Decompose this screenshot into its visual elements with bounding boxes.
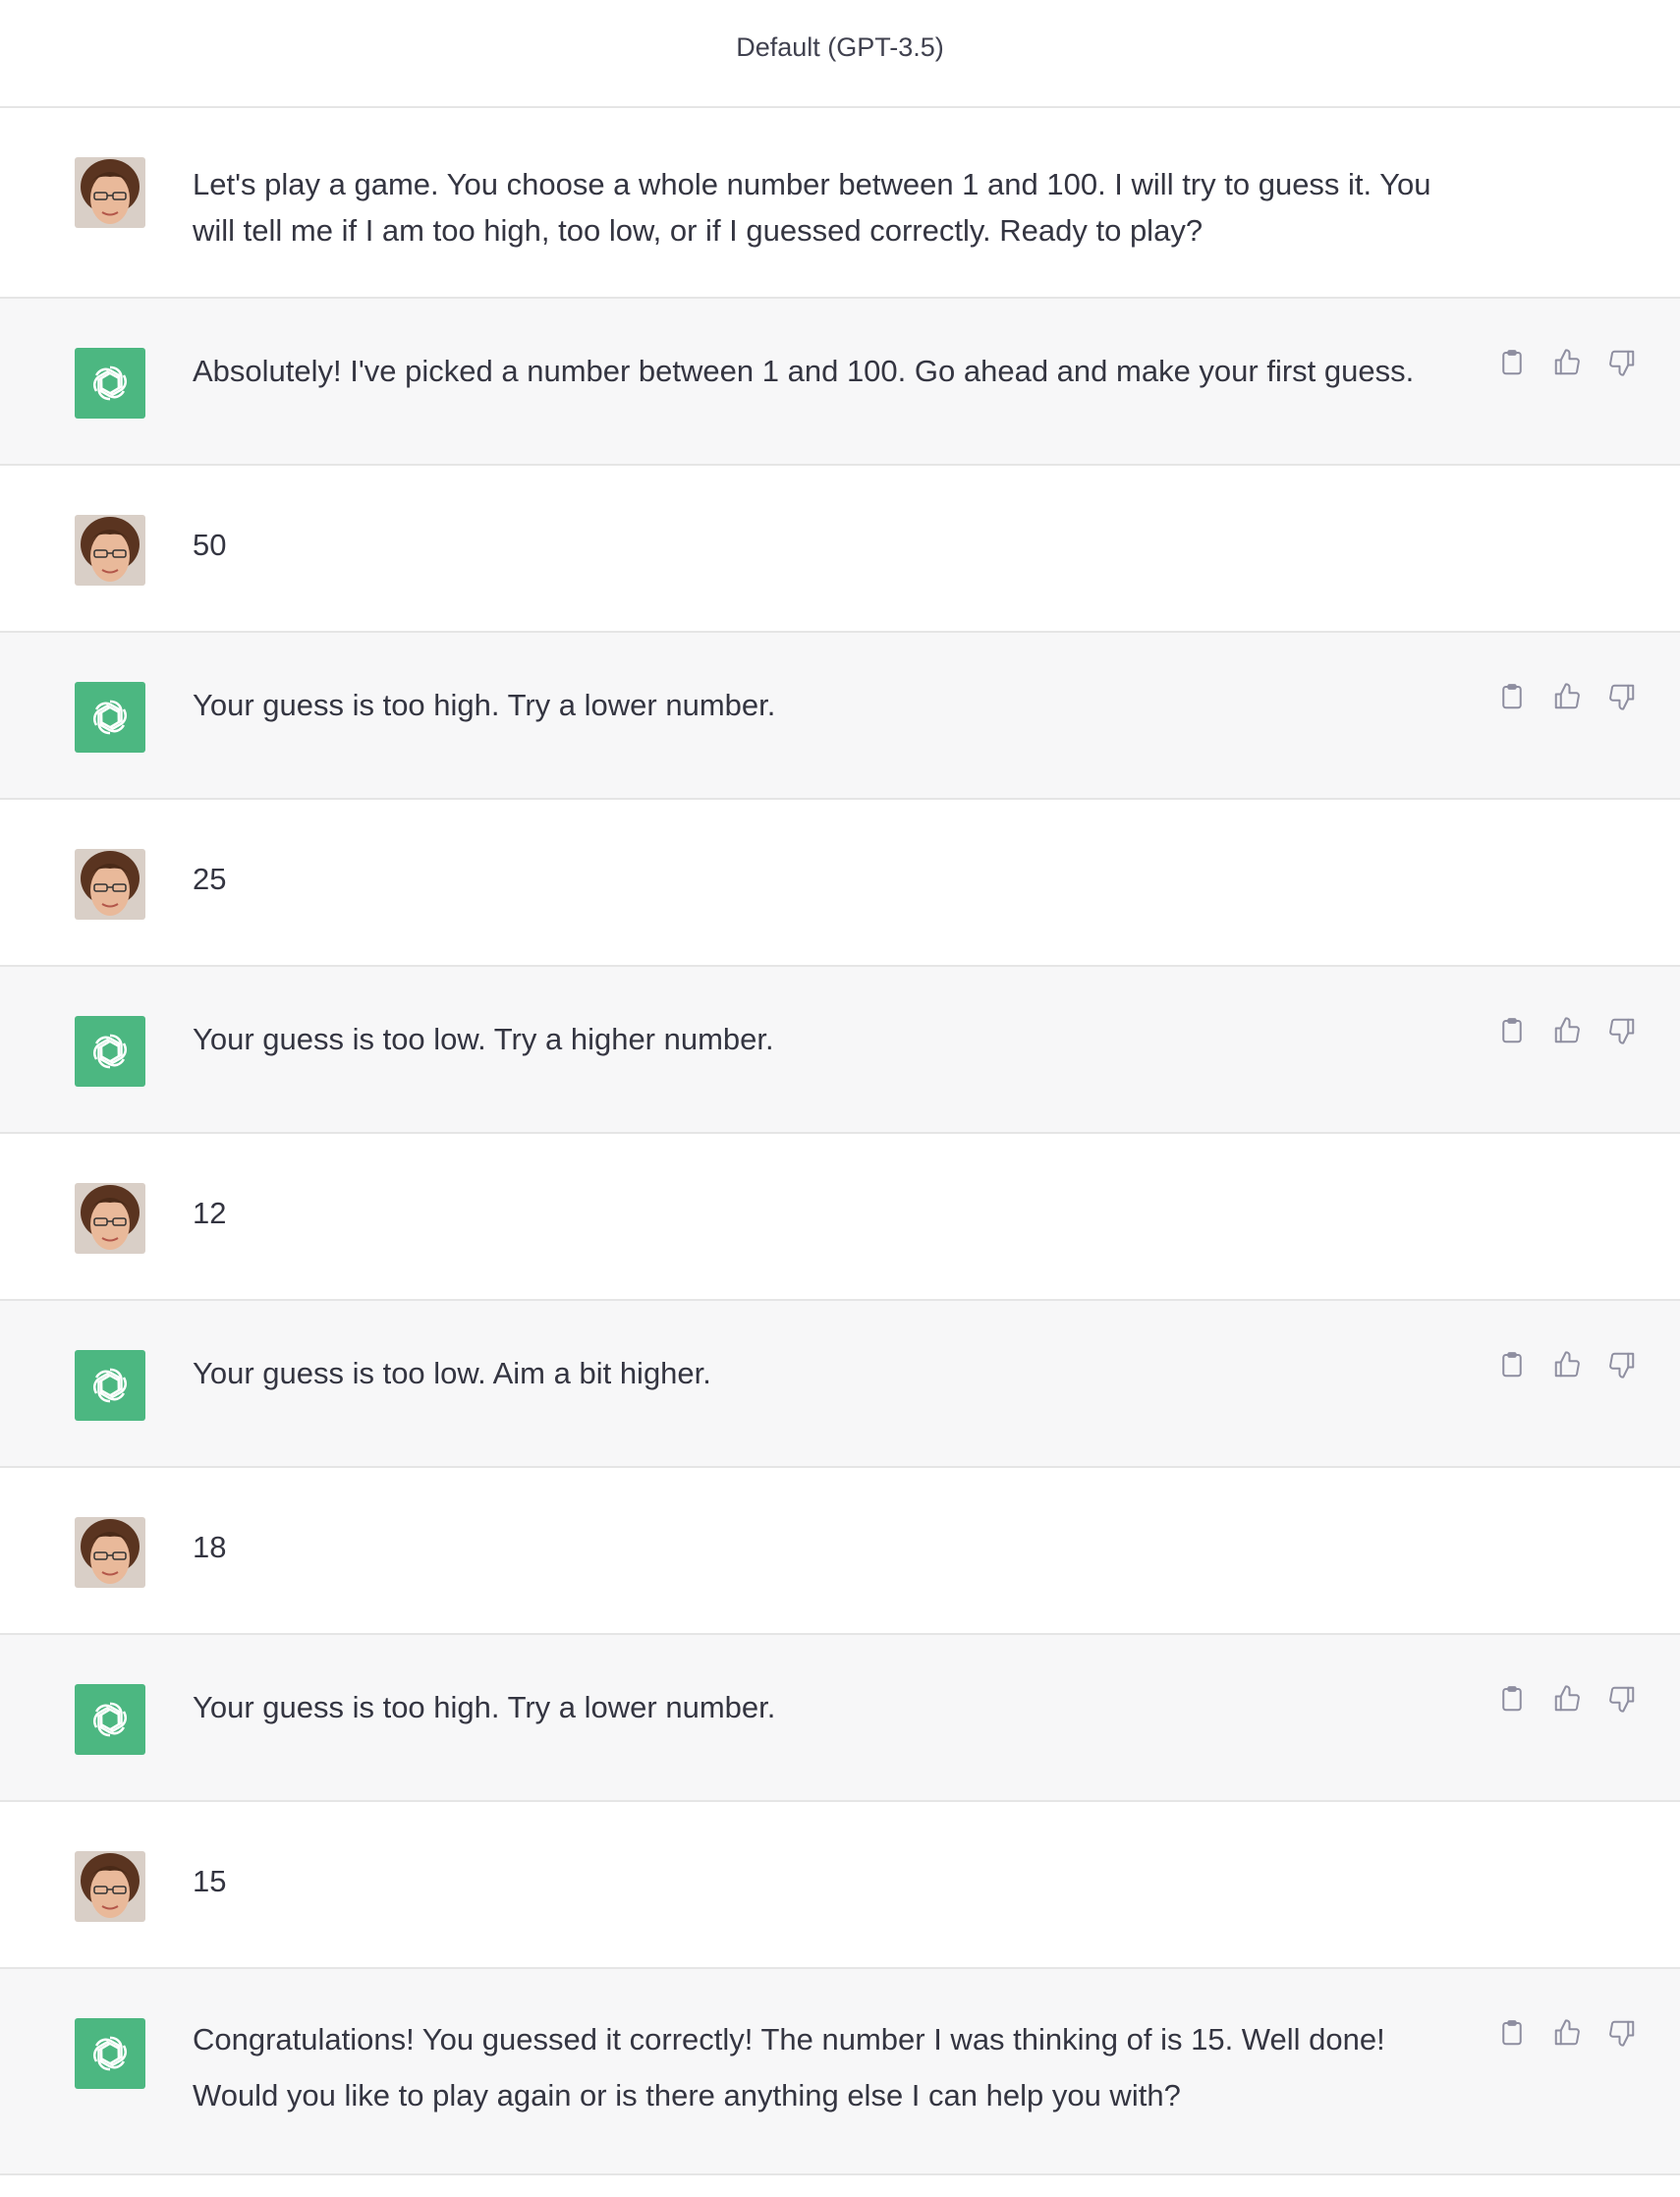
thumbs-up-icon [1552, 682, 1582, 716]
copy-button[interactable] [1495, 1350, 1529, 1383]
thumbs-up-button[interactable] [1550, 682, 1584, 715]
openai-logo-icon [75, 1350, 145, 1421]
model-label: Default (GPT-3.5) [736, 31, 944, 62]
thumbs-up-button[interactable] [1550, 348, 1584, 381]
thumbs-up-button[interactable] [1550, 1684, 1584, 1718]
user-message: Let's play a game. You choose a whole nu… [0, 108, 1680, 299]
thumbs-up-button[interactable] [1550, 1016, 1584, 1049]
copy-button[interactable] [1495, 348, 1529, 381]
thumbs-down-button[interactable] [1605, 2018, 1639, 2052]
thumbs-down-icon [1607, 348, 1637, 382]
message-text: 12 [193, 1196, 227, 1230]
openai-logo-icon [75, 1684, 145, 1755]
copy-button[interactable] [1495, 1016, 1529, 1049]
thumbs-down-icon [1607, 2018, 1637, 2053]
clipboard-icon [1497, 1016, 1527, 1050]
copy-button[interactable] [1495, 682, 1529, 715]
assistant-message: Your guess is too high. Try a lower numb… [0, 633, 1680, 800]
thumbs-down-button[interactable] [1605, 682, 1639, 715]
message-actions [1495, 1350, 1639, 1383]
clipboard-icon [1497, 348, 1527, 382]
message-actions [1495, 1684, 1639, 1718]
user-avatar [75, 1851, 145, 1922]
thumbs-down-icon [1607, 1684, 1637, 1718]
user-avatar [75, 515, 145, 586]
message-text: 25 [193, 862, 227, 896]
user-message: 18 [0, 1468, 1680, 1635]
user-avatar [75, 849, 145, 920]
message-text: Let's play a game. You choose a whole nu… [193, 167, 1431, 248]
clipboard-icon [1497, 2018, 1527, 2053]
clipboard-icon [1497, 682, 1527, 716]
thumbs-down-icon [1607, 1016, 1637, 1050]
thumbs-up-icon [1552, 1684, 1582, 1718]
assistant-message: Your guess is too low. Aim a bit higher. [0, 1301, 1680, 1468]
user-message: 25 [0, 800, 1680, 967]
assistant-message: Your guess is too high. Try a lower numb… [0, 1635, 1680, 1802]
user-avatar [75, 1517, 145, 1588]
thumbs-up-icon [1552, 1350, 1582, 1384]
message-text: Your guess is too high. Try a lower numb… [193, 1690, 776, 1724]
message-text: Congratulations! You guessed it correctl… [193, 2022, 1385, 2112]
assistant-message: Your guess is too low. Try a higher numb… [0, 967, 1680, 1134]
thumbs-down-icon [1607, 682, 1637, 716]
thumbs-up-icon [1552, 1016, 1582, 1050]
message-actions [1495, 682, 1639, 715]
copy-button[interactable] [1495, 1684, 1529, 1718]
user-message: 50 [0, 466, 1680, 633]
user-avatar [75, 1183, 145, 1254]
thumbs-down-icon [1607, 1350, 1637, 1384]
copy-button[interactable] [1495, 2018, 1529, 2052]
assistant-message: Absolutely! I've picked a number between… [0, 299, 1680, 466]
conversation-thread: Let's play a game. You choose a whole nu… [0, 108, 1680, 2175]
user-message: 15 [0, 1802, 1680, 1969]
thumbs-down-button[interactable] [1605, 1684, 1639, 1718]
thumbs-down-button[interactable] [1605, 348, 1639, 381]
openai-logo-icon [75, 682, 145, 753]
message-text: Your guess is too low. Aim a bit higher. [193, 1356, 711, 1390]
thumbs-up-button[interactable] [1550, 1350, 1584, 1383]
message-actions [1495, 2018, 1639, 2052]
message-text: 50 [193, 528, 227, 562]
thumbs-down-button[interactable] [1605, 1016, 1639, 1049]
thumbs-up-icon [1552, 2018, 1582, 2053]
openai-logo-icon [75, 1016, 145, 1087]
user-avatar [75, 157, 145, 228]
message-text: Your guess is too low. Try a higher numb… [193, 1022, 774, 1056]
message-text: 15 [193, 1864, 227, 1898]
message-actions [1495, 348, 1639, 381]
assistant-message: Congratulations! You guessed it correctl… [0, 1969, 1680, 2175]
thumbs-up-icon [1552, 348, 1582, 382]
openai-logo-icon [75, 348, 145, 419]
clipboard-icon [1497, 1684, 1527, 1718]
message-text: 18 [193, 1530, 227, 1564]
message-actions [1495, 1016, 1639, 1049]
top-bar: Default (GPT-3.5) [0, 0, 1680, 108]
user-message: 12 [0, 1134, 1680, 1301]
thumbs-up-button[interactable] [1550, 2018, 1584, 2052]
thumbs-down-button[interactable] [1605, 1350, 1639, 1383]
message-text: Your guess is too high. Try a lower numb… [193, 688, 776, 722]
message-text: Absolutely! I've picked a number between… [193, 354, 1415, 388]
openai-logo-icon [75, 2018, 145, 2089]
clipboard-icon [1497, 1350, 1527, 1384]
